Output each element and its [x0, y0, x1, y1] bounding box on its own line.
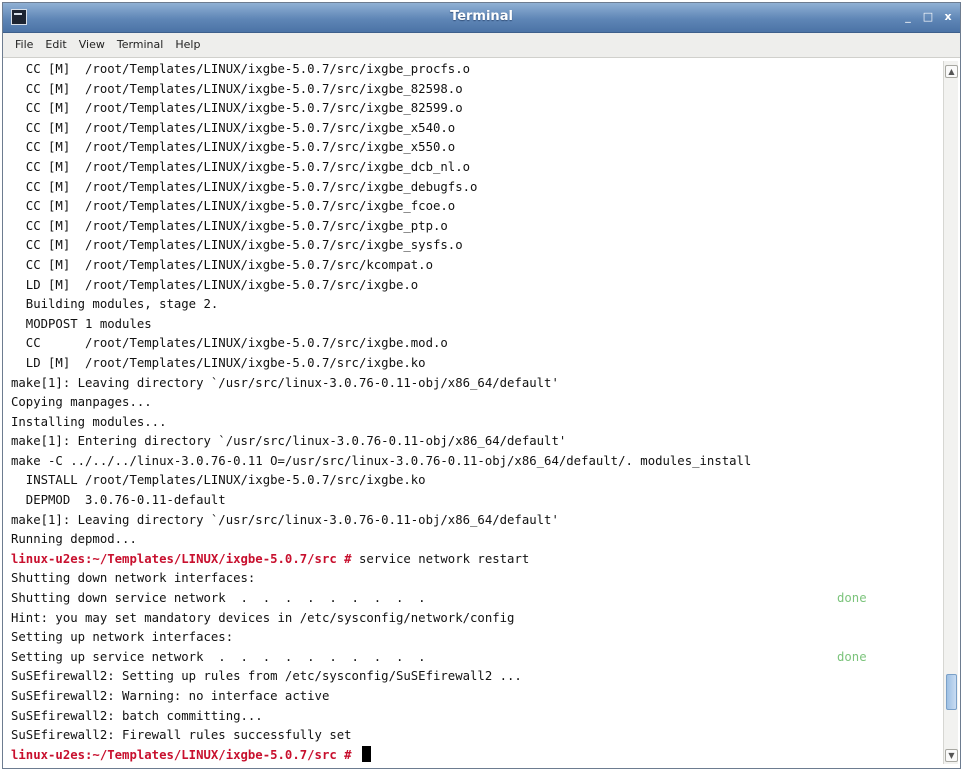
title-bar[interactable]: Terminal _ □ x — [3, 3, 960, 33]
terminal-line: LD [M] /root/Templates/LINUX/ixgbe-5.0.7… — [11, 354, 942, 374]
output-text: LD [M] /root/Templates/LINUX/ixgbe-5.0.7… — [11, 355, 426, 370]
terminal-line: SuSEfirewall2: Firewall rules successful… — [11, 726, 942, 746]
terminal-line: make[1]: Entering directory `/usr/src/li… — [11, 432, 942, 452]
terminal-line: Hint: you may set mandatory devices in /… — [11, 609, 942, 629]
menu-item-view[interactable]: View — [73, 33, 111, 57]
terminal-line: Setting up network interfaces: — [11, 628, 942, 648]
menu-item-help[interactable]: Help — [169, 33, 206, 57]
terminal-line: SuSEfirewall2: batch committing... — [11, 707, 942, 727]
terminal-line: CC [M] /root/Templates/LINUX/ixgbe-5.0.7… — [11, 80, 942, 100]
output-text: Copying manpages... — [11, 395, 152, 410]
output-text: LD [M] /root/Templates/LINUX/ixgbe-5.0.7… — [11, 277, 419, 292]
output-text: SuSEfirewall2: batch committing... — [11, 708, 263, 723]
output-text: Setting up network interfaces: — [11, 630, 234, 645]
status-done-label: done — [837, 591, 867, 606]
output-text: Shutting down network interfaces: — [11, 571, 256, 586]
terminal-line: CC [M] /root/Templates/LINUX/ixgbe-5.0.7… — [11, 256, 942, 276]
terminal-line: Copying manpages... — [11, 393, 942, 413]
shell-prompt: linux-u2es:~/Templates/LINUX/ixgbe-5.0.7… — [11, 551, 359, 566]
output-text: SuSEfirewall2: Warning: no interface act… — [11, 689, 330, 703]
output-text: CC [M] /root/Templates/LINUX/ixgbe-5.0.7… — [11, 218, 448, 233]
output-text: CC [M] /root/Templates/LINUX/ixgbe-5.0.7… — [11, 179, 478, 194]
terminal-line: INSTALL /root/Templates/LINUX/ixgbe-5.0.… — [11, 471, 942, 491]
scrollbar-thumb[interactable] — [946, 674, 957, 711]
status-done-label: done — [837, 649, 867, 664]
minimize-button[interactable]: _ — [900, 9, 916, 25]
terminal-line: SuSEfirewall2: Warning: no interface act… — [11, 687, 942, 707]
shell-prompt: linux-u2es:~/Templates/LINUX/ixgbe-5.0.7… — [11, 747, 359, 762]
terminal-line: Setting up service network . . . . . . .… — [11, 648, 942, 668]
terminal-line: Running depmod... — [11, 530, 942, 550]
terminal-line: CC [M] /root/Templates/LINUX/ixgbe-5.0.7… — [11, 178, 942, 198]
terminal-output[interactable]: CC [M] /root/Templates/LINUX/ixgbe-5.0.7… — [7, 58, 942, 766]
terminal-line: CC [M] /root/Templates/LINUX/ixgbe-5.0.7… — [11, 60, 942, 80]
output-text: Shutting down service network . . . . . … — [11, 591, 426, 606]
terminal-line: CC /root/Templates/LINUX/ixgbe-5.0.7/src… — [11, 334, 942, 354]
command-text: service network restart — [358, 551, 530, 566]
menu-item-terminal[interactable]: Terminal — [111, 33, 170, 57]
output-text: Setting up service network . . . . . . .… — [11, 649, 426, 664]
terminal-line: CC [M] /root/Templates/LINUX/ixgbe-5.0.7… — [11, 158, 942, 178]
vertical-scrollbar[interactable]: ▲ ▼ — [943, 61, 958, 764]
output-text: Running depmod... — [11, 532, 137, 547]
output-text: MODPOST 1 modules — [11, 316, 152, 331]
output-text: INSTALL /root/Templates/LINUX/ixgbe-5.0.… — [11, 473, 426, 488]
output-text: SuSEfirewall2: Firewall rules successful… — [11, 728, 352, 743]
output-text: CC [M] /root/Templates/LINUX/ixgbe-5.0.7… — [11, 62, 471, 76]
terminal-line: CC [M] /root/Templates/LINUX/ixgbe-5.0.7… — [11, 138, 942, 158]
close-button[interactable]: x — [940, 9, 956, 25]
output-text: make[1]: Leaving directory `/usr/src/lin… — [11, 512, 559, 527]
output-text: make[1]: Leaving directory `/usr/src/lin… — [11, 375, 559, 390]
terminal-line: linux-u2es:~/Templates/LINUX/ixgbe-5.0.7… — [11, 745, 942, 766]
terminal-line: Installing modules... — [11, 413, 942, 433]
output-text: CC [M] /root/Templates/LINUX/ixgbe-5.0.7… — [11, 238, 463, 253]
terminal-line: Shutting down network interfaces: — [11, 569, 942, 589]
output-text: CC [M] /root/Templates/LINUX/ixgbe-5.0.7… — [11, 257, 433, 272]
output-text: Installing modules... — [11, 414, 167, 429]
output-text: CC [M] /root/Templates/LINUX/ixgbe-5.0.7… — [11, 199, 456, 214]
output-text: CC [M] /root/Templates/LINUX/ixgbe-5.0.7… — [11, 159, 471, 174]
terminal-line: LD [M] /root/Templates/LINUX/ixgbe-5.0.7… — [11, 276, 942, 296]
terminal-line: CC [M] /root/Templates/LINUX/ixgbe-5.0.7… — [11, 99, 942, 119]
terminal-line: make[1]: Leaving directory `/usr/src/lin… — [11, 374, 942, 394]
output-text: make -C ../../../linux-3.0.76-0.11 O=/us… — [11, 453, 752, 468]
scroll-down-arrow-icon[interactable]: ▼ — [945, 749, 958, 762]
output-text: Building modules, stage 2. — [11, 297, 219, 312]
window-title: Terminal — [450, 9, 513, 24]
scroll-up-arrow-icon[interactable]: ▲ — [945, 65, 958, 78]
output-text: CC [M] /root/Templates/LINUX/ixgbe-5.0.7… — [11, 120, 456, 135]
terminal-line: Shutting down service network . . . . . … — [11, 589, 942, 609]
output-text: CC [M] /root/Templates/LINUX/ixgbe-5.0.7… — [11, 140, 456, 155]
terminal-line: linux-u2es:~/Templates/LINUX/ixgbe-5.0.7… — [11, 550, 942, 570]
terminal-line: CC [M] /root/Templates/LINUX/ixgbe-5.0.7… — [11, 197, 942, 217]
terminal-window: Terminal _ □ x File Edit View Terminal Help … — [2, 2, 961, 769]
text-cursor — [361, 745, 371, 762]
output-text: make[1]: Entering directory `/usr/src/li… — [11, 434, 567, 449]
terminal-lines: CC [M] /root/Templates/LINUX/ixgbe-5.0.7… — [11, 60, 942, 765]
terminal-line: make[1]: Leaving directory `/usr/src/lin… — [11, 511, 942, 531]
output-text: CC [M] /root/Templates/LINUX/ixgbe-5.0.7… — [11, 101, 463, 116]
menu-bar: File Edit View Terminal Help — [3, 33, 960, 58]
terminal-line: MODPOST 1 modules — [11, 315, 942, 335]
terminal-line: DEPMOD 3.0.76-0.11-default — [11, 491, 942, 511]
output-text: CC /root/Templates/LINUX/ixgbe-5.0.7/src… — [11, 336, 448, 351]
maximize-button[interactable]: □ — [920, 9, 936, 25]
output-text: SuSEfirewall2: Setting up rules from /et… — [11, 669, 522, 684]
menu-item-file[interactable]: File — [9, 33, 39, 57]
menu-list: File Edit View Terminal Help — [3, 33, 960, 57]
output-text: DEPMOD 3.0.76-0.11-default — [11, 493, 226, 508]
menu-item-edit[interactable]: Edit — [39, 33, 72, 57]
output-text: CC [M] /root/Templates/LINUX/ixgbe-5.0.7… — [11, 81, 463, 96]
terminal-line: make -C ../../../linux-3.0.76-0.11 O=/us… — [11, 452, 942, 472]
terminal-line: SuSEfirewall2: Setting up rules from /et… — [11, 667, 942, 687]
terminal-line: Building modules, stage 2. — [11, 295, 942, 315]
terminal-line: CC [M] /root/Templates/LINUX/ixgbe-5.0.7… — [11, 119, 942, 139]
terminal-line: CC [M] /root/Templates/LINUX/ixgbe-5.0.7… — [11, 236, 942, 256]
output-text: Hint: you may set mandatory devices in /… — [11, 610, 515, 625]
terminal-line: CC [M] /root/Templates/LINUX/ixgbe-5.0.7… — [11, 217, 942, 237]
